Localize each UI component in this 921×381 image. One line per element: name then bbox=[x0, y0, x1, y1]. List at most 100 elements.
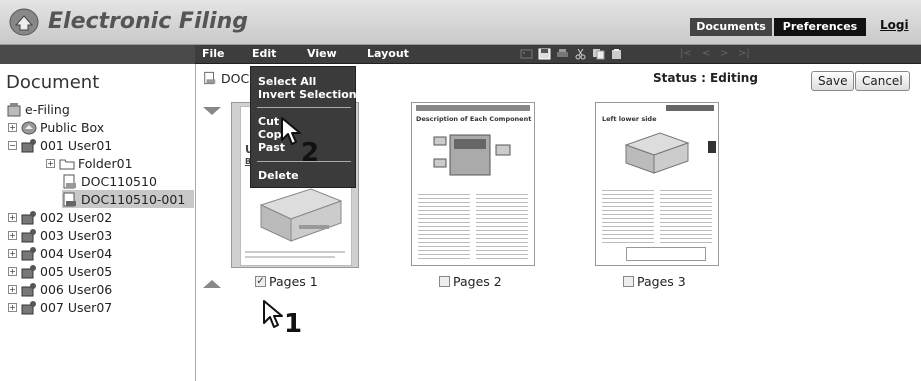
tree-item-user07[interactable]: + 007 User07 bbox=[8, 298, 112, 316]
page-note-box bbox=[626, 247, 706, 261]
page-text-block bbox=[418, 191, 470, 261]
tree-item-label: 006 User06 bbox=[40, 281, 113, 297]
tree-item-public-box[interactable]: + Public Box bbox=[8, 118, 104, 136]
expand-icon[interactable]: + bbox=[8, 230, 17, 240]
page-tab-marker bbox=[708, 141, 716, 153]
menubar-left-pad bbox=[0, 45, 195, 64]
tree-item-user01[interactable]: − 001 User01 bbox=[8, 136, 112, 154]
collapse-icon[interactable]: − bbox=[8, 140, 17, 150]
page-preview: Left lower side bbox=[595, 102, 719, 266]
page-checkbox-3[interactable] bbox=[623, 276, 634, 287]
tree-item-doc110510[interactable]: DOC110510 bbox=[62, 172, 157, 190]
tree-item-label: e-Filing bbox=[25, 101, 70, 117]
scroll-down-icon[interactable] bbox=[203, 107, 221, 115]
app-title: Electronic Filing bbox=[48, 9, 248, 34]
tree-item-label: DOC110510-001 bbox=[81, 191, 186, 207]
efiling-logo-icon bbox=[9, 8, 39, 36]
tree-item-efiling[interactable]: e-Filing bbox=[6, 100, 70, 118]
tree-item-folder01[interactable]: + Folder01 bbox=[46, 154, 133, 172]
first-page-icon[interactable]: |< bbox=[680, 48, 692, 59]
page-preview-title: Description of Each Component bbox=[416, 115, 532, 123]
page-label-2[interactable]: Pages 2 bbox=[439, 274, 502, 289]
expand-icon[interactable]: + bbox=[8, 248, 17, 258]
user-box-icon bbox=[21, 138, 36, 152]
scroll-up-icon[interactable] bbox=[203, 280, 221, 288]
menu-view[interactable]: View bbox=[307, 47, 337, 60]
expand-icon[interactable]: + bbox=[8, 212, 17, 222]
printer-illustration bbox=[433, 134, 511, 176]
expand-icon[interactable]: + bbox=[8, 302, 17, 312]
menu-item-select-all[interactable]: Select All bbox=[258, 75, 316, 88]
menu-edit[interactable]: Edit bbox=[252, 47, 276, 60]
page-text-block bbox=[476, 191, 528, 261]
tree-item-user05[interactable]: + 005 User05 bbox=[8, 262, 112, 280]
tree-item-label: 001 User01 bbox=[40, 137, 113, 153]
document-icon bbox=[63, 174, 76, 188]
page-preview-title: Left lower side bbox=[602, 115, 657, 123]
prev-page-icon[interactable]: < bbox=[702, 48, 710, 59]
image-icon[interactable] bbox=[520, 48, 533, 60]
document-tree-panel: Document e-Filing + Public Box − 001 Use… bbox=[0, 64, 196, 381]
expand-icon[interactable]: + bbox=[8, 122, 17, 132]
menu-layout[interactable]: Layout bbox=[367, 47, 409, 60]
page-text-line bbox=[245, 251, 345, 253]
tab-preferences[interactable]: Preferences bbox=[774, 18, 866, 36]
last-page-icon[interactable]: >| bbox=[738, 48, 750, 59]
app-header: Electronic Filing Documents Preferences … bbox=[0, 0, 921, 45]
user-box-icon bbox=[21, 210, 36, 224]
next-page-icon[interactable]: > bbox=[720, 48, 728, 59]
tree-item-label: 007 User07 bbox=[40, 299, 113, 315]
page-header-bar bbox=[416, 105, 530, 111]
tree-item-doc110510-001[interactable]: DOC110510-001 bbox=[62, 190, 194, 208]
menu-item-cut[interactable]: Cut bbox=[258, 115, 279, 128]
copy-icon[interactable] bbox=[592, 48, 605, 60]
login-link[interactable]: Logi bbox=[880, 18, 909, 32]
cancel-button[interactable]: Cancel bbox=[855, 71, 910, 91]
page-text-block bbox=[660, 187, 712, 243]
page-label-text: Pages 1 bbox=[269, 274, 318, 289]
tree-item-label: 005 User05 bbox=[40, 263, 113, 279]
print-icon[interactable] bbox=[556, 48, 569, 60]
tab-documents[interactable]: Documents bbox=[690, 18, 772, 36]
menu-item-invert-selection[interactable]: Invert Selection bbox=[258, 88, 357, 101]
menu-separator bbox=[257, 107, 351, 108]
menu-item-copy[interactable]: Cop bbox=[258, 128, 282, 141]
status-text: Status : Editing bbox=[653, 71, 758, 85]
page-checkbox-2[interactable] bbox=[439, 276, 450, 287]
tree-item-user06[interactable]: + 006 User06 bbox=[8, 280, 112, 298]
expand-icon[interactable]: + bbox=[46, 158, 55, 168]
save-icon[interactable] bbox=[538, 48, 551, 60]
page-preview: Description of Each Component bbox=[411, 102, 535, 266]
folder-icon bbox=[59, 159, 75, 169]
user-box-icon bbox=[21, 228, 36, 242]
tree-item-user04[interactable]: + 004 User04 bbox=[8, 244, 112, 262]
page-label-text: Pages 3 bbox=[637, 274, 686, 289]
tree-item-label: Folder01 bbox=[78, 155, 133, 171]
page-label-3[interactable]: Pages 3 bbox=[623, 274, 686, 289]
page-checkbox-1[interactable]: ✓ bbox=[255, 276, 266, 287]
user-box-icon bbox=[21, 246, 36, 260]
save-button[interactable]: Save bbox=[811, 71, 855, 91]
user-box-icon bbox=[21, 264, 36, 278]
paste-icon[interactable] bbox=[610, 48, 623, 60]
tree-item-label: DOC110510 bbox=[81, 173, 157, 189]
step-number-2: 2 bbox=[301, 138, 320, 168]
step-number-1: 1 bbox=[284, 309, 303, 339]
efiling-icon bbox=[7, 102, 21, 116]
cut-icon[interactable] bbox=[574, 48, 587, 60]
document-icon bbox=[204, 71, 216, 85]
tree-item-user03[interactable]: + 003 User03 bbox=[8, 226, 112, 244]
user-box-icon bbox=[21, 300, 36, 314]
page-text-block bbox=[602, 187, 654, 243]
page-label-1[interactable]: ✓ Pages 1 bbox=[255, 274, 318, 289]
expand-icon[interactable]: + bbox=[8, 266, 17, 276]
menu-item-delete[interactable]: Delete bbox=[258, 169, 299, 182]
expand-icon[interactable]: + bbox=[8, 284, 17, 294]
menu-file[interactable]: File bbox=[202, 47, 225, 60]
page-thumbnail-2[interactable]: Description of Each Component bbox=[411, 102, 539, 268]
page-thumbnail-3[interactable]: Left lower side bbox=[595, 102, 723, 268]
tree-item-user02[interactable]: + 002 User02 bbox=[8, 208, 112, 226]
public-box-icon bbox=[21, 121, 37, 134]
tree-item-label: 003 User03 bbox=[40, 227, 113, 243]
menubar: File Edit View Layout |< < > >| bbox=[0, 45, 921, 64]
